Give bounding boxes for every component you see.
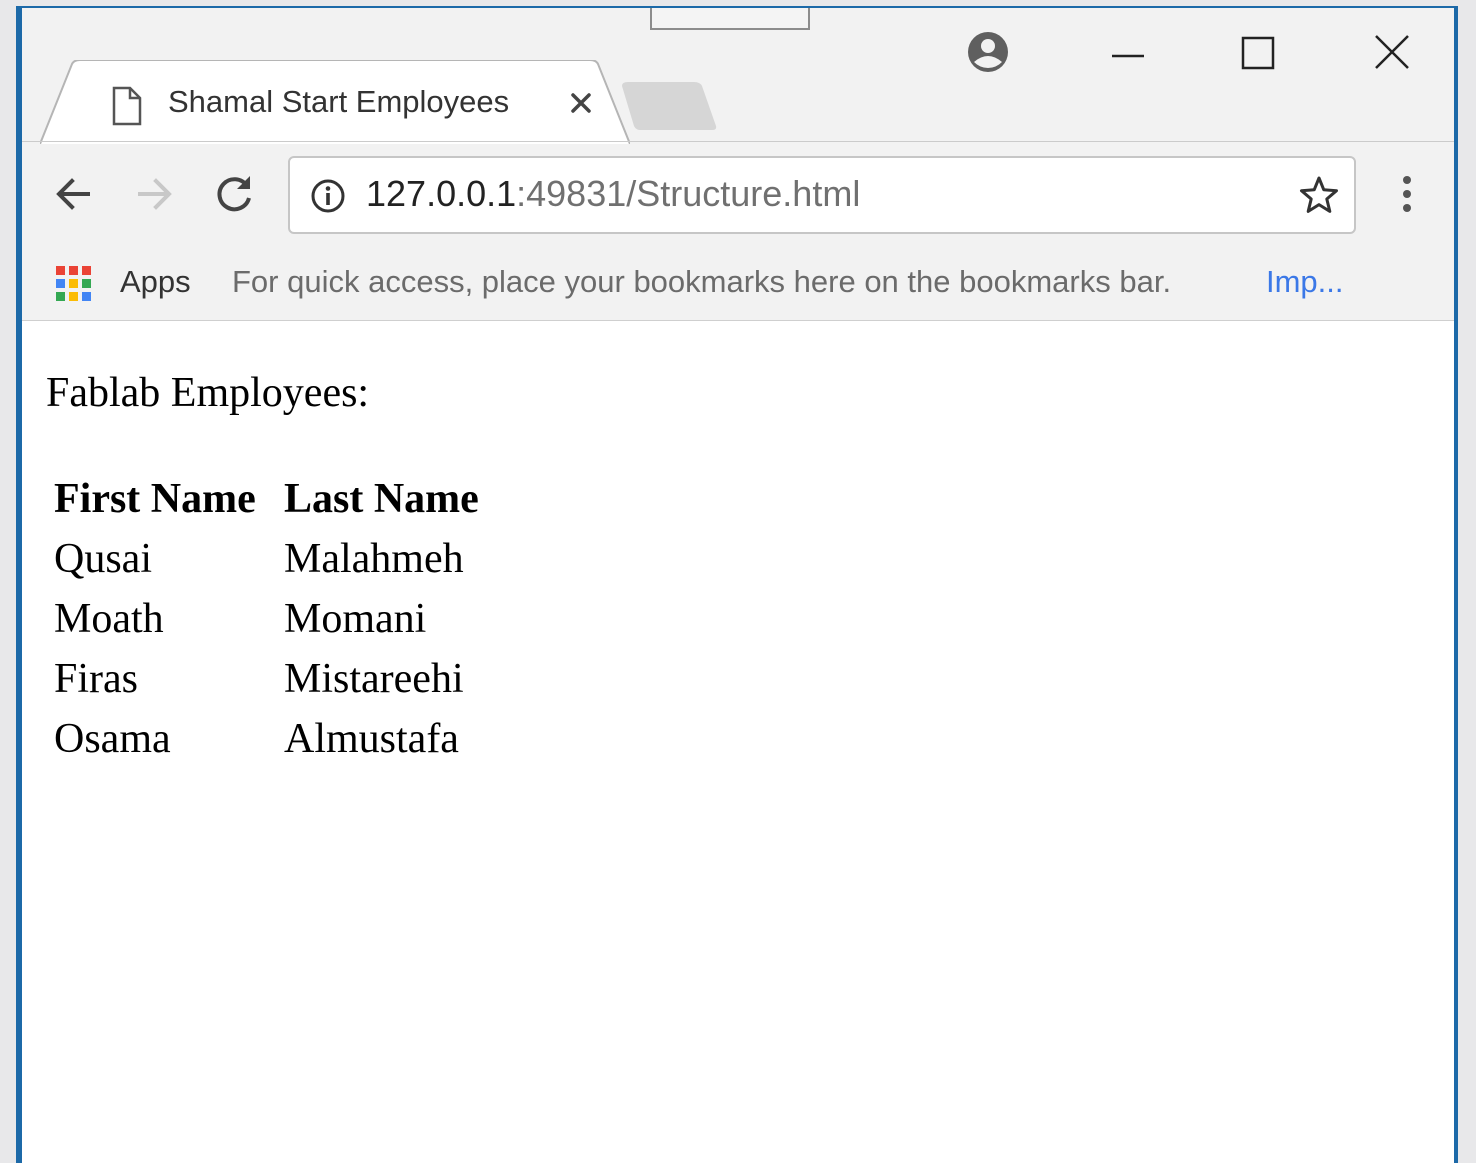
last-name-cell: Malahmeh [284,536,464,582]
page-heading: Fablab Employees: [46,370,370,416]
tab-strip-divider [22,141,1454,142]
table-row: Firas Mistareehi [54,649,479,709]
address-bar[interactable]: 127.0.0.1:49831/Structure.html [288,156,1356,234]
forward-arrow-icon[interactable] [130,170,178,218]
tab-title: Shamal Start Employees [168,84,510,119]
first-name-cell: Qusai [54,536,152,582]
last-name-cell: Mistareehi [284,656,464,702]
first-name-cell: Firas [54,656,138,702]
employees-table: First Name Last Name Qusai Malahmeh Moat… [50,469,483,769]
table-row: Qusai Malahmeh [54,529,479,589]
browser-window: Shamal Start Employees 127.0.0.1:49831/S… [16,6,1458,1163]
url-host: 127.0.0.1 [366,173,517,214]
column-header-last-name: Last Name [284,476,479,522]
navigation-toolbar: 127.0.0.1:49831/Structure.html [22,144,1454,244]
minimize-icon[interactable] [1098,26,1158,78]
import-bookmarks-link[interactable]: Imp... [1266,264,1344,300]
back-arrow-icon[interactable] [50,170,98,218]
last-name-cell: Momani [284,596,427,642]
maximize-icon[interactable] [1228,26,1288,78]
window-title-notch [650,8,810,30]
bookmarks-bar: Apps For quick access, place your bookma… [22,244,1454,320]
document-icon [112,86,142,126]
last-name-cell: Almustafa [284,716,459,762]
url-path: :49831/Structure.html [516,173,861,214]
apps-grid-icon[interactable] [54,264,94,304]
table-header-row: First Name Last Name [54,469,479,529]
info-icon[interactable] [310,178,346,214]
column-header-first-name: First Name [54,476,256,522]
bookmarks-hint: For quick access, place your bookmarks h… [232,264,1172,299]
new-tab-button[interactable] [618,82,718,132]
page-content: Fablab Employees: First Name Last Name Q… [22,321,1454,1163]
address-url[interactable]: 127.0.0.1:49831/Structure.html [366,173,860,215]
menu-dots-icon[interactable] [1392,170,1422,218]
close-icon[interactable] [1362,26,1422,78]
tab-active[interactable]: Shamal Start Employees [40,60,630,144]
star-icon[interactable] [1298,174,1340,216]
first-name-cell: Moath [54,596,164,642]
first-name-cell: Osama [54,716,171,762]
tab-close-icon[interactable] [566,88,596,118]
browser-chrome: Shamal Start Employees 127.0.0.1:49831/S… [22,8,1454,321]
apps-shortcut[interactable]: Apps [120,264,191,300]
table-row: Osama Almustafa [54,709,479,769]
reload-icon[interactable] [210,170,258,218]
table-row: Moath Momani [54,589,479,649]
profile-icon[interactable] [958,26,1018,78]
tab-strip: Shamal Start Employees [22,8,1454,144]
